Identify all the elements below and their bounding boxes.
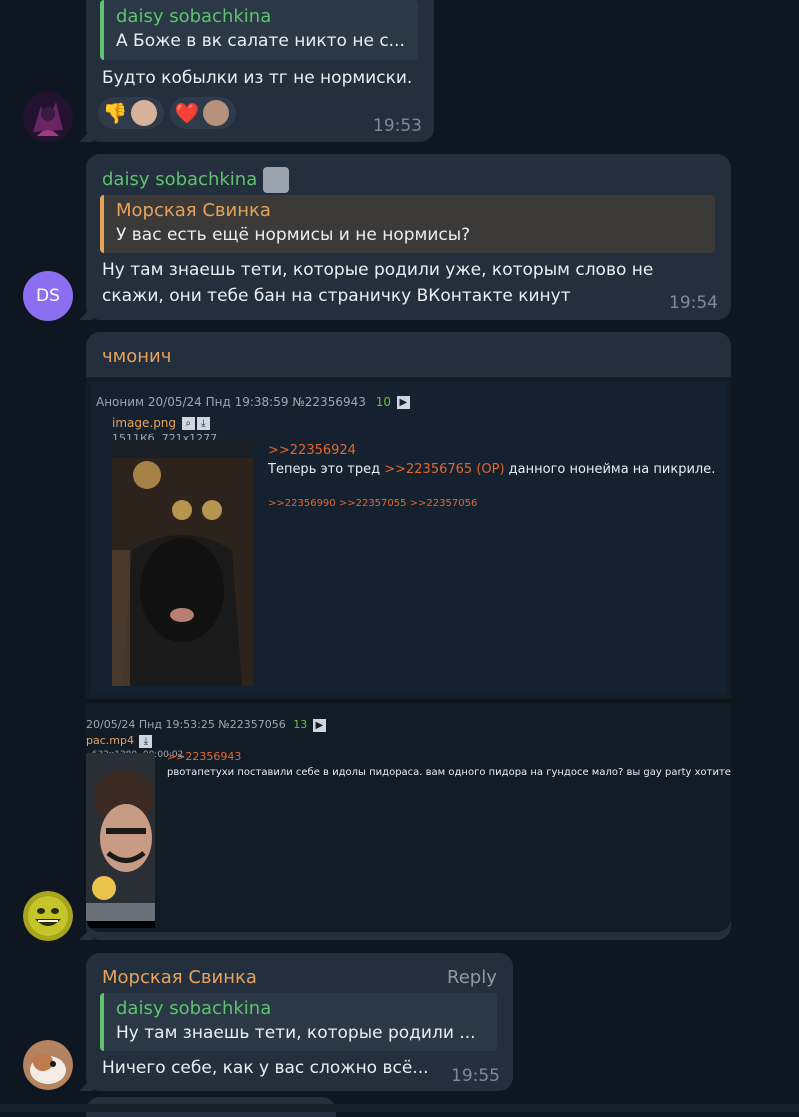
message-text: Будто кобылки из тг не нормиски. [102,68,413,88]
quote-text: Ну там знаешь тети, которые родили ... [116,1023,476,1043]
heart-icon: ❤️ [174,101,200,125]
message-time: 19:55 [451,1066,500,1086]
avatar[interactable]: DS [23,271,73,321]
sender-name[interactable]: Морская Свинка [102,965,257,991]
reactor-avatar [203,100,229,126]
play-icon: ▶ [312,718,326,732]
quote-sender: daisy sobachkina [116,6,272,27]
divider [86,699,731,703]
message-bubble[interactable]: чмонич Аноним 20/05/24 Пнд 19:38:59 №223… [79,332,731,940]
post-screenshot-1: Аноним 20/05/24 Пнд 19:38:59 №22356943 1… [91,382,727,695]
message-text-line: скажи, они тебе бан на страничку ВКонтак… [102,286,571,306]
bubble-tail [79,306,93,320]
bottom-bar [0,1104,799,1112]
bubble-tail [79,1077,93,1091]
play-icon: ▶ [396,396,410,409]
avatar[interactable] [23,1040,73,1090]
reaction-dislike[interactable]: 👎 [98,97,164,129]
message-time: 19:53 [373,116,422,136]
message-time: 19:54 [669,293,718,313]
bubble-tail [79,128,93,142]
message-bubble[interactable]: daisy sobachkina А Боже в вк салате никт… [79,0,434,142]
sticker-icon [262,167,289,193]
post-screenshot-2: 20/05/24 Пнд 19:53:25 №22357056 13 ▶ рас… [86,707,731,932]
quote-text: А Боже в вк салате никто не с... [116,31,405,51]
quote-text: У вас есть ещё нормисы и не нормисы? [116,225,471,245]
reaction-heart[interactable]: ❤️ [170,97,236,129]
reactor-avatar [131,100,157,126]
backlinks: >>22356990 >>22357055 >>22357056 [268,498,478,509]
post-body: рвотапетухи поставили себе в идолы пидор… [167,767,731,778]
message-bubble[interactable]: Морская Свинка Reply daisy sobachkina Ну… [79,953,513,1091]
post-video-thumbnail [86,753,155,928]
message-text: Ну там знаешь тети, которые родили уже, … [102,257,653,309]
quote-sender: Морская Свинка [116,200,271,221]
message-bubble[interactable]: daisy sobachkina Морская Свинка У вас ес… [79,154,731,320]
avatar[interactable] [23,92,73,142]
sender-name-text: daisy sobachkina [102,169,258,190]
photo[interactable]: Аноним 20/05/24 Пнд 19:38:59 №22356943 1… [86,377,731,932]
post-image [112,440,253,686]
message-text-line: Ну там знаешь тети, которые родили уже, … [102,260,654,280]
message-text: Ничего себе, как у вас сложно всё... [102,1058,429,1078]
thumbs-down-icon: 👎 [102,101,128,125]
reply-quote[interactable]: Морская Свинка У вас есть ещё нормисы и … [100,195,715,253]
reply-quote[interactable]: daisy sobachkina Ну там знаешь тети, кот… [100,993,497,1051]
sender-name[interactable]: чмонич [102,344,171,370]
quote-sender: daisy sobachkina [116,998,272,1019]
post-body: Теперь это тред >>22356765 (OP) данного … [268,462,716,477]
sender-name[interactable]: daisy sobachkina [102,167,289,193]
reply-quote[interactable]: daisy sobachkina А Боже в вк салате никт… [100,0,418,60]
avatar[interactable] [23,891,73,941]
reply-button[interactable]: Reply [447,965,497,991]
avatar-initials: DS [36,286,60,306]
